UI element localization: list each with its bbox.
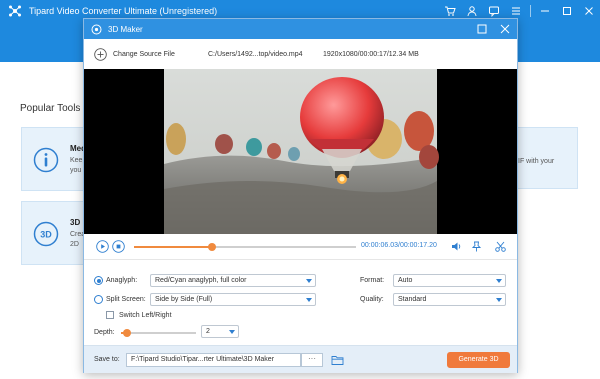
play-icon[interactable]	[96, 240, 109, 253]
split-screen-label: Split Screen:	[106, 296, 146, 303]
app-logo-icon	[9, 5, 21, 17]
anaglyph-radio[interactable]	[94, 276, 103, 285]
playback-time: 00:00:06.03/00:00:17.20	[361, 242, 437, 249]
dialog-close-icon[interactable]	[497, 21, 513, 37]
scissors-icon[interactable]	[494, 240, 507, 253]
tool-card-media-metadata[interactable]: Med Keep you	[21, 127, 91, 191]
format-select[interactable]: Auto	[393, 274, 506, 287]
app-title: Tipard Video Converter Ultimate (Unregis…	[29, 6, 218, 16]
svg-text:3D: 3D	[40, 230, 52, 240]
3d-settings-panel: Anaglyph: Red/Cyan anaglyph, full color …	[84, 260, 517, 345]
dialog-title: 3D Maker	[108, 24, 143, 34]
total-time: 00:00:17.20	[399, 242, 437, 249]
depth-value: 2	[206, 328, 210, 335]
split-screen-radio[interactable]	[94, 295, 103, 304]
dialog-maximize-icon[interactable]	[474, 21, 490, 37]
switch-left-right-label: Switch Left/Right	[119, 312, 172, 319]
tool-card-desc: 2D	[70, 241, 79, 248]
quality-value: Standard	[398, 296, 427, 303]
source-file-info: 1920x1080/00:00:17/12.34 MB	[323, 50, 419, 58]
balloon-preview-image	[84, 69, 517, 234]
change-source-file-button[interactable]: Change Source File	[113, 51, 208, 58]
current-time: 00:00:06.03	[361, 242, 398, 249]
stop-icon[interactable]	[112, 240, 125, 253]
depth-slider[interactable]	[121, 329, 196, 337]
3d-maker-dialog: 3D Maker Change Source File C:/Users/149…	[83, 18, 518, 373]
depth-label: Depth:	[94, 329, 115, 336]
anaglyph-value: Red/Cyan anaglyph, full color	[155, 277, 247, 284]
switch-left-right-checkbox[interactable]	[106, 311, 114, 319]
seek-bar[interactable]	[134, 243, 356, 251]
seek-bar-handle[interactable]	[207, 243, 216, 251]
titlebar-divider	[530, 5, 531, 17]
generate-3d-button[interactable]: Generate 3D	[447, 352, 510, 368]
depth-slider-handle[interactable]	[123, 329, 131, 337]
playback-controls: 00:00:06.03/00:00:17.20	[84, 234, 517, 260]
minimize-icon[interactable]	[536, 2, 554, 20]
dialog-titlebar: 3D Maker	[84, 19, 517, 39]
split-screen-select[interactable]: Side by Side (Full)	[150, 293, 316, 306]
add-file-icon[interactable]	[94, 47, 107, 61]
browse-button[interactable]: ···	[301, 353, 323, 367]
seek-bar-progress	[134, 246, 212, 248]
chevron-down-icon	[306, 278, 312, 283]
open-folder-icon[interactable]	[331, 354, 344, 366]
info-icon	[33, 147, 59, 173]
depth-select[interactable]: 2	[201, 325, 239, 338]
maximize-icon[interactable]	[558, 2, 576, 20]
volume-icon[interactable]	[450, 240, 463, 253]
3d-maker-logo-icon	[91, 24, 102, 34]
chevron-down-icon	[496, 297, 502, 302]
anaglyph-label: Anaglyph:	[106, 277, 138, 284]
source-file-path: C:/Users/1492...top/video.mp4	[208, 50, 303, 58]
chevron-down-icon	[229, 329, 235, 334]
format-value: Auto	[398, 277, 413, 284]
tool-card-desc: IF with your	[518, 158, 555, 165]
tool-card-3d-maker[interactable]: 3D 3D I Crea 2D	[21, 201, 91, 265]
save-path-field[interactable]: F:\Tipard Studio\Tipar...rter Ultimate\3…	[126, 353, 301, 367]
pin-icon[interactable]	[470, 240, 483, 253]
quality-label: Quality:	[360, 296, 384, 303]
3d-icon: 3D	[33, 221, 59, 247]
split-screen-value: Side by Side (Full)	[155, 296, 213, 303]
chevron-down-icon	[306, 297, 312, 302]
video-preview	[84, 69, 517, 234]
popular-tools-heading: Popular Tools	[20, 103, 81, 114]
format-label: Format:	[360, 277, 385, 284]
tool-card-gif-maker[interactable]: IF with your	[510, 127, 578, 189]
dialog-footer: Save to: F:\Tipard Studio\Tipar...rter U…	[84, 345, 517, 373]
anaglyph-select[interactable]: Red/Cyan anaglyph, full color	[150, 274, 316, 287]
save-to-label: Save to:	[94, 356, 120, 363]
dialog-window-controls	[467, 19, 513, 39]
tool-card-desc: you	[70, 167, 82, 174]
close-icon[interactable]	[580, 2, 598, 20]
chevron-down-icon	[496, 278, 502, 283]
quality-select[interactable]: Standard	[393, 293, 506, 306]
source-file-row: Change Source File C:/Users/1492...top/v…	[84, 39, 517, 69]
